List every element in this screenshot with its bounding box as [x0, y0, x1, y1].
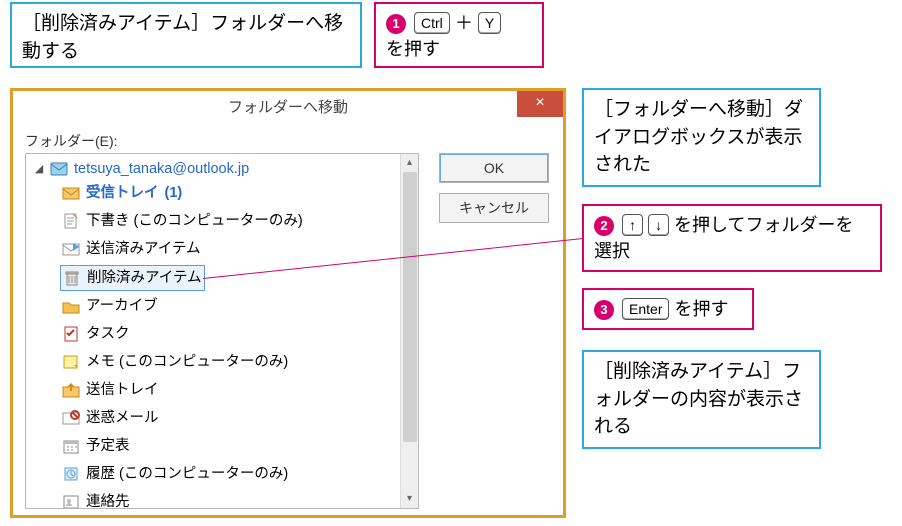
inbox-icon	[62, 185, 80, 201]
step3-tail: を押す	[675, 299, 729, 319]
folder-prompt-label: フォルダー(E):	[25, 131, 551, 151]
tree-item[interactable]: アーカイブ	[60, 294, 418, 322]
step-badge-1: 1	[386, 14, 406, 34]
step-badge-2: 2	[594, 216, 614, 236]
close-icon: ×	[535, 94, 544, 111]
step-badge-3: 3	[594, 300, 614, 320]
callout-step-1: 1 Ctrl ＋ Y を押す	[374, 2, 544, 68]
plus-sign: ＋	[455, 13, 478, 33]
calendar-icon	[62, 438, 80, 454]
contacts-icon	[62, 494, 80, 509]
outbox-icon	[62, 382, 80, 398]
tree-item-label: メモ (このコンピューターのみ)	[86, 350, 288, 374]
ok-button[interactable]: OK	[439, 153, 549, 183]
tree-item[interactable]: 送信トレイ	[60, 378, 418, 406]
folder-icon	[62, 298, 80, 314]
tree-item-label: 履歴 (このコンピューターのみ)	[86, 462, 288, 486]
keycap-ctrl: Ctrl	[414, 12, 450, 34]
tree-item[interactable]: 連絡先	[60, 490, 418, 509]
tree-item-label: 受信トレイ	[86, 181, 159, 205]
ok-button-label: OK	[484, 160, 504, 176]
tree-item-label: 送信済みアイテム	[86, 237, 201, 261]
dialog-title: フォルダーへ移動	[228, 99, 348, 116]
tree-root-label: tetsuya_tanaka@outlook.jp	[74, 157, 249, 181]
folder-tree[interactable]: ◢ tetsuya_tanaka@outlook.jp 受信トレイ (1)下書き…	[25, 153, 419, 509]
tree-item[interactable]: 下書き (このコンピューターのみ)	[60, 209, 418, 237]
tree-item[interactable]: メモ (このコンピューターのみ)	[60, 350, 418, 378]
scroll-up-icon[interactable]: ▴	[401, 154, 418, 172]
tree-item[interactable]: 受信トレイ (1)	[60, 181, 418, 209]
tree-item-label: 下書き (このコンピューターのみ)	[86, 209, 303, 233]
dialog-titlebar: フォルダーへ移動 ×	[13, 91, 563, 125]
tree-item-label: 連絡先	[86, 490, 130, 509]
tree-item[interactable]: 送信済みアイテム	[60, 237, 418, 265]
junk-icon	[62, 410, 80, 426]
sent-icon	[62, 241, 80, 257]
callout-dialog-shown: ［フォルダーへ移動］ダイアログボックスが表示された	[582, 88, 821, 187]
tree-item[interactable]: 迷惑メール	[60, 406, 418, 434]
callout-result: ［削除済みアイテム］フォルダーの内容が表示される	[582, 350, 821, 449]
keycap-enter: Enter	[622, 298, 669, 320]
keycap-up: ↑	[622, 214, 643, 236]
tree-item[interactable]: タスク	[60, 322, 418, 350]
tree-item[interactable]: 削除済みアイテム	[60, 265, 418, 294]
tree-item[interactable]: 予定表	[60, 434, 418, 462]
scroll-down-icon[interactable]: ▾	[401, 490, 418, 508]
tree-item-label: 予定表	[86, 434, 130, 458]
callout-dialog-shown-text: ［フォルダーへ移動］ダイアログボックスが表示された	[594, 99, 803, 175]
callout-heading-text: ［削除済みアイテム］フォルダーへ移動する	[22, 13, 343, 62]
chevron-down-icon[interactable]: ◢	[34, 157, 44, 181]
journal-icon	[62, 466, 80, 482]
cancel-button[interactable]: キャンセル	[439, 193, 549, 223]
tree-item-label: 迷惑メール	[86, 406, 159, 430]
keycap-y: Y	[478, 12, 501, 34]
tree-item[interactable]: 履歴 (このコンピューターのみ)	[60, 462, 418, 490]
cancel-button-label: キャンセル	[459, 200, 529, 216]
notes-icon	[62, 354, 80, 370]
callout-result-text: ［削除済みアイテム］フォルダーの内容が表示される	[594, 361, 803, 437]
callout-heading: ［削除済みアイテム］フォルダーへ移動する	[10, 2, 362, 68]
tree-item-label: 削除済みアイテム	[87, 266, 202, 290]
tree-item-label: タスク	[86, 322, 130, 346]
scroll-thumb[interactable]	[403, 172, 417, 442]
mailbox-icon	[50, 161, 68, 177]
tree-item-count: (1)	[165, 181, 183, 205]
step1-tail: を押す	[386, 39, 440, 59]
callout-step-2: 2 ↑ ↓ を押してフォルダーを選択	[582, 204, 882, 272]
drafts-icon	[62, 213, 80, 229]
callout-step-3: 3 Enter を押す	[582, 288, 754, 330]
tree-root[interactable]: ◢ tetsuya_tanaka@outlook.jp 受信トレイ (1)下書き…	[32, 156, 418, 509]
dialog-body: フォルダー(E): ◢ tetsuya_tanaka@outlook.jp 受信…	[13, 125, 563, 515]
keycap-down: ↓	[648, 214, 669, 236]
scrollbar[interactable]: ▴ ▾	[400, 154, 418, 508]
move-to-folder-dialog: フォルダーへ移動 × フォルダー(E): ◢ tetsuya_tanaka@ou…	[10, 88, 566, 518]
close-button[interactable]: ×	[517, 91, 563, 117]
tasks-icon	[62, 326, 80, 342]
trash-icon	[63, 270, 81, 286]
tree-item-label: 送信トレイ	[86, 378, 159, 402]
tree-item-label: アーカイブ	[86, 294, 158, 318]
